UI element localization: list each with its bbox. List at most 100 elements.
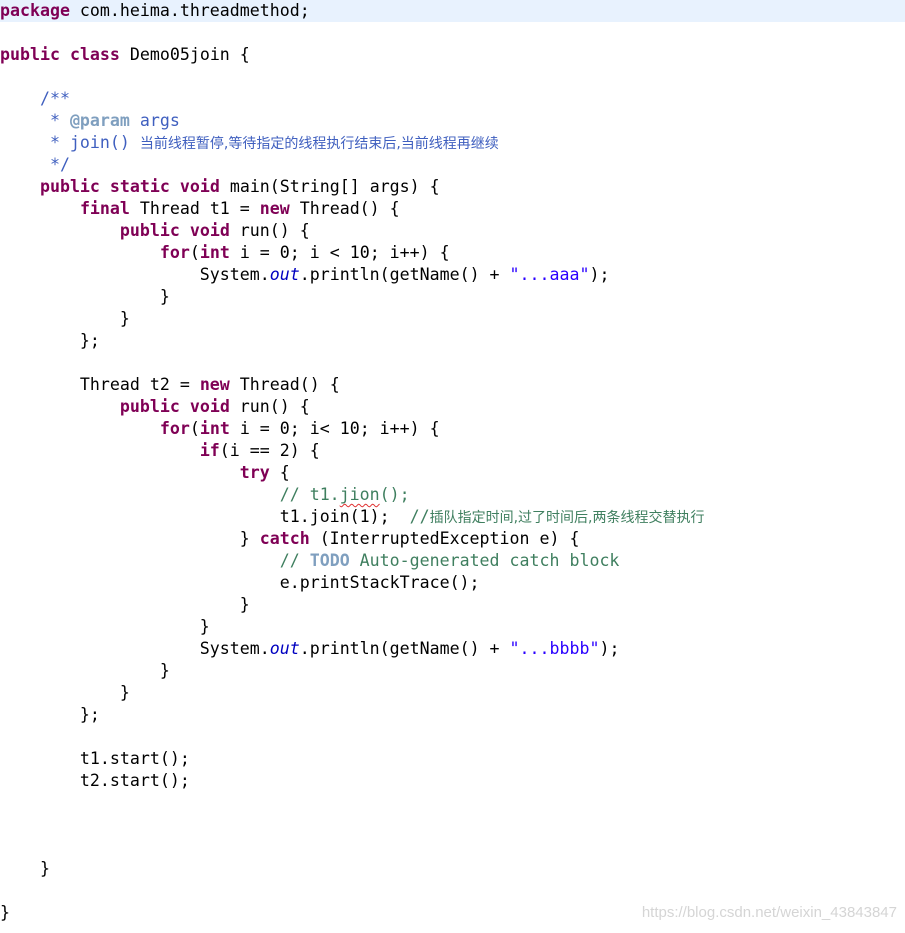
code-token: run() {: [229, 397, 310, 416]
code-token: Thread t1 =: [129, 199, 260, 218]
code-token: }: [0, 683, 130, 702]
code-token: new: [259, 199, 290, 218]
code-token: *: [0, 111, 70, 130]
code-line[interactable]: if(i == 2) {: [0, 440, 320, 462]
code-token: //: [409, 507, 430, 526]
code-line[interactable]: }: [0, 594, 250, 616]
code-line[interactable]: * join() 当前线程暂停,等待指定的线程执行结束后,当前线程再继续: [0, 132, 499, 154]
code-line[interactable]: final Thread t1 = new Thread() {: [0, 198, 400, 220]
code-token: try: [239, 463, 270, 482]
code-line[interactable]: public void run() {: [0, 220, 310, 242]
code-token: public: [0, 45, 60, 64]
code-line[interactable]: // TODO Auto-generated catch block: [0, 550, 620, 572]
code-line[interactable]: }: [0, 902, 10, 924]
code-token: t1.start();: [0, 749, 190, 768]
code-token: ();: [379, 485, 410, 504]
code-token: "...aaa": [509, 265, 590, 284]
code-token: 插队指定时间,过了时间后,两条线程交替执行: [429, 510, 705, 526]
code-line[interactable]: */: [0, 154, 70, 176]
code-token: {: [269, 463, 290, 482]
code-line[interactable]: package com.heima.threadmethod;: [0, 0, 905, 22]
code-token: 当前线程暂停,等待指定的线程执行结束后,当前线程再继续: [139, 136, 499, 152]
code-token: if: [199, 441, 220, 460]
code-token: out: [269, 639, 300, 658]
code-token: };: [0, 705, 100, 724]
code-token: System.: [0, 265, 270, 284]
code-token: new: [199, 375, 230, 394]
code-token: args: [129, 111, 180, 130]
code-token: void: [189, 397, 230, 416]
code-line[interactable]: public static void main(String[] args) {: [0, 176, 440, 198]
code-token: run() {: [229, 221, 310, 240]
code-line[interactable]: * @param args: [0, 110, 180, 132]
code-line[interactable]: Thread t2 = new Thread() {: [0, 374, 340, 396]
code-token: final: [79, 199, 130, 218]
code-line[interactable]: public void run() {: [0, 396, 310, 418]
code-token: TODO: [309, 551, 350, 570]
code-token: }: [0, 661, 170, 680]
code-token: t2.start();: [0, 771, 190, 790]
code-token: (InterruptedException e) {: [309, 529, 580, 548]
code-line[interactable]: t1.join(1); //插队指定时间,过了时间后,两条线程交替执行: [0, 506, 705, 528]
code-token: */: [0, 155, 70, 174]
code-token: }: [0, 859, 50, 878]
code-token: Thread() {: [289, 199, 400, 218]
code-token: public: [119, 221, 180, 240]
code-token: void: [189, 221, 230, 240]
code-line[interactable]: };: [0, 330, 100, 352]
code-token: // t1.: [279, 485, 340, 504]
code-line[interactable]: }: [0, 682, 130, 704]
code-token: .println(getName() +: [299, 265, 510, 284]
code-line[interactable]: for(int i = 0; i< 10; i++) {: [0, 418, 440, 440]
code-line[interactable]: System.out.println(getName() + "...bbbb"…: [0, 638, 620, 660]
code-token: package: [0, 1, 70, 20]
code-line[interactable]: try {: [0, 462, 290, 484]
code-editor[interactable]: package com.heima.threadmethod; public cl…: [0, 0, 905, 933]
code-token: i = 0; i< 10; i++) {: [229, 419, 440, 438]
code-token: "...bbbb": [509, 639, 600, 658]
code-line[interactable]: }: [0, 308, 130, 330]
code-line[interactable]: };: [0, 704, 100, 726]
code-token: i = 0; i < 10; i++) {: [229, 243, 450, 262]
code-token: Demo05join {: [119, 45, 250, 64]
code-line[interactable]: // t1.jion();: [0, 484, 410, 506]
code-token: out: [269, 265, 300, 284]
code-token: Thread() {: [229, 375, 340, 394]
code-token: catch: [259, 529, 310, 548]
code-token: main(String[] args) {: [219, 177, 440, 196]
code-line[interactable]: } catch (InterruptedException e) {: [0, 528, 580, 550]
code-line[interactable]: /**: [0, 88, 70, 110]
code-token: Auto-generated catch block: [349, 551, 620, 570]
code-token: * join(): [0, 133, 140, 152]
code-token: public: [39, 177, 100, 196]
code-token: @param: [69, 111, 130, 130]
code-line[interactable]: for(int i = 0; i < 10; i++) {: [0, 242, 450, 264]
code-line[interactable]: System.out.println(getName() + "...aaa")…: [0, 264, 610, 286]
code-line[interactable]: }: [0, 616, 210, 638]
code-line[interactable]: t2.start();: [0, 770, 190, 792]
code-line[interactable]: t1.start();: [0, 748, 190, 770]
code-token: }: [0, 903, 10, 922]
code-line[interactable]: e.printStackTrace();: [0, 572, 480, 594]
code-token: (: [189, 243, 200, 262]
code-token: class: [69, 45, 120, 64]
code-token: }: [0, 595, 250, 614]
code-line[interactable]: }: [0, 858, 50, 880]
code-token: static: [109, 177, 170, 196]
code-token: Thread t2 =: [0, 375, 200, 394]
code-token: int: [199, 419, 230, 438]
code-line[interactable]: }: [0, 660, 170, 682]
code-token: (: [189, 419, 200, 438]
code-line[interactable]: }: [0, 286, 170, 308]
code-token: System.: [0, 639, 270, 658]
code-token: );: [589, 265, 610, 284]
code-line[interactable]: public class Demo05join {: [0, 44, 250, 66]
